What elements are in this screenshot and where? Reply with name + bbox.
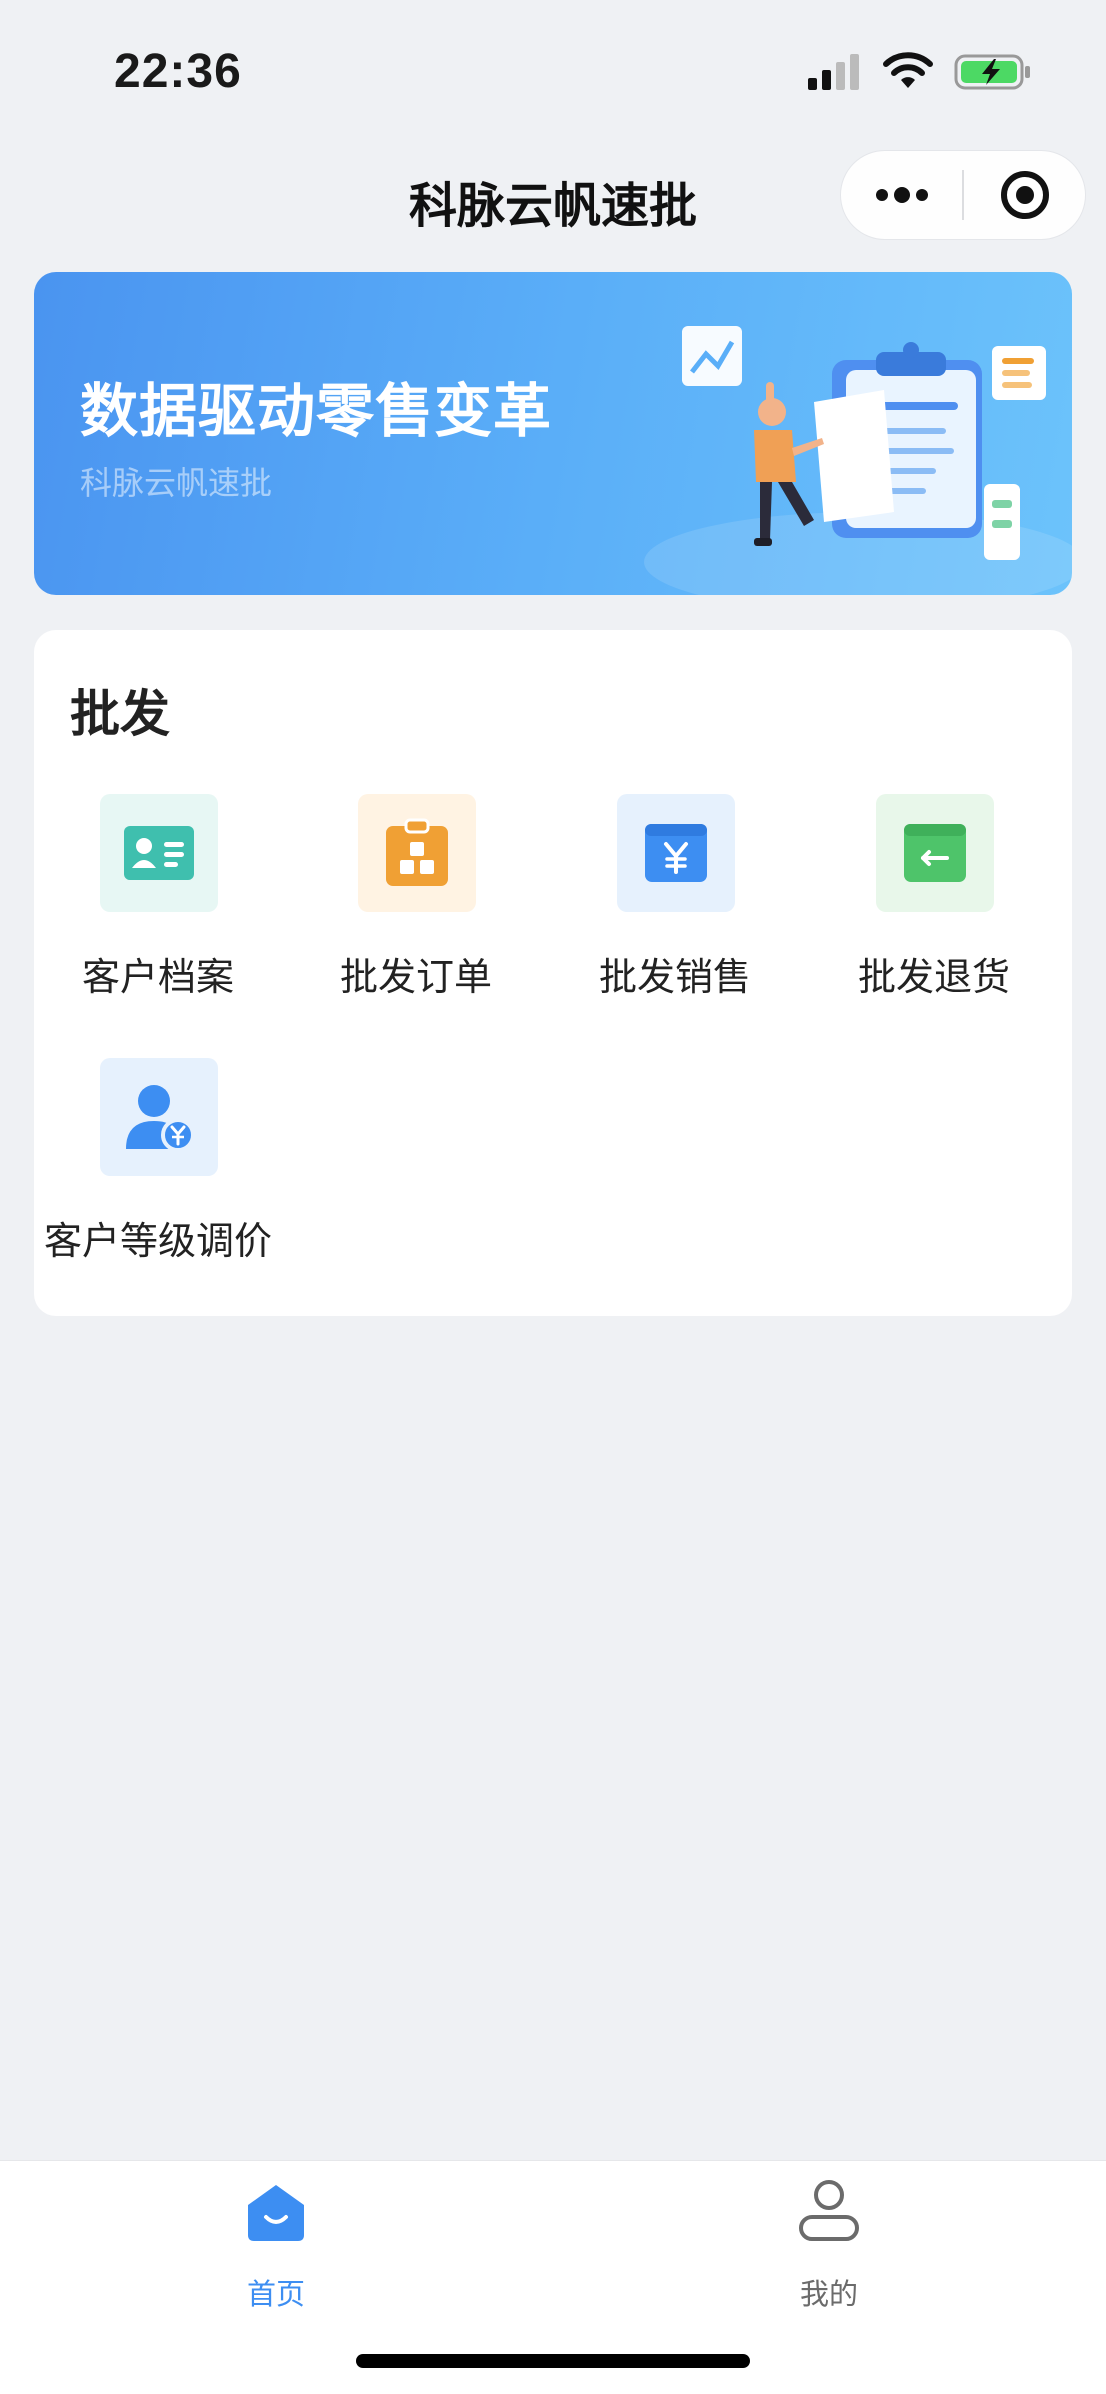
banner-subtitle: 科脉云帆速批 bbox=[80, 464, 273, 502]
wholesale-section: 批发 客户档案 批发订单 批发销售 批发退货 客户等级调价 bbox=[34, 630, 1072, 1316]
grid-icon-box bbox=[100, 794, 218, 912]
grid-item-customer-profile[interactable]: 客户档案 bbox=[38, 794, 278, 1014]
target-circle-icon bbox=[1000, 171, 1049, 219]
user-icon bbox=[799, 2180, 859, 2241]
grid-item-label: 批发销售 bbox=[598, 955, 751, 999]
status-bar: 22:36 bbox=[0, 0, 1106, 140]
close-program-button[interactable] bbox=[964, 150, 1085, 240]
grid-icon-box bbox=[100, 1058, 218, 1176]
grid-icon-box bbox=[876, 794, 994, 912]
grid-item-wholesale-return[interactable]: 批发退货 bbox=[814, 794, 1054, 1014]
more-dots-icon bbox=[875, 187, 928, 203]
tab-label: 首页 bbox=[246, 2277, 305, 2311]
tab-label: 我的 bbox=[799, 2277, 858, 2311]
yen-box-icon bbox=[645, 824, 707, 882]
section-title: 批发 bbox=[70, 685, 170, 743]
return-box-icon bbox=[904, 824, 966, 882]
cellular-signal-icon bbox=[808, 54, 859, 90]
battery-charging-icon bbox=[954, 54, 1030, 90]
promo-banner[interactable]: 数据驱动零售变革 科脉云帆速批 bbox=[34, 272, 1072, 595]
clipboard-order-icon bbox=[386, 818, 448, 886]
grid-item-label: 批发订单 bbox=[339, 955, 492, 999]
grid-item-label: 批发退货 bbox=[857, 955, 1010, 999]
grid-item-wholesale-order[interactable]: 批发订单 bbox=[296, 794, 536, 1014]
status-time: 22:36 bbox=[114, 45, 242, 98]
customer-price-icon bbox=[126, 1085, 195, 1152]
grid-item-wholesale-sales[interactable]: 批发销售 bbox=[555, 794, 795, 1014]
grid-item-customer-level-pricing[interactable]: 客户等级调价 bbox=[38, 1058, 278, 1278]
mini-program-capsule bbox=[840, 150, 1086, 240]
banner-illustration bbox=[644, 326, 1072, 595]
wifi-icon bbox=[883, 52, 933, 88]
grid-icon-box bbox=[617, 794, 735, 912]
home-indicator[interactable] bbox=[356, 2354, 750, 2368]
grid-item-label: 客户档案 bbox=[81, 955, 234, 999]
tab-mine[interactable]: 我的 bbox=[729, 2179, 929, 2311]
home-icon bbox=[248, 2185, 304, 2241]
banner-title: 数据驱动零售变革 bbox=[80, 377, 553, 445]
more-button[interactable] bbox=[841, 150, 962, 240]
tab-home[interactable]: 首页 bbox=[176, 2179, 376, 2311]
status-icons bbox=[806, 52, 1032, 92]
customer-card-icon bbox=[124, 826, 194, 880]
grid-icon-box bbox=[358, 794, 476, 912]
grid-item-label: 客户等级调价 bbox=[43, 1219, 272, 1263]
